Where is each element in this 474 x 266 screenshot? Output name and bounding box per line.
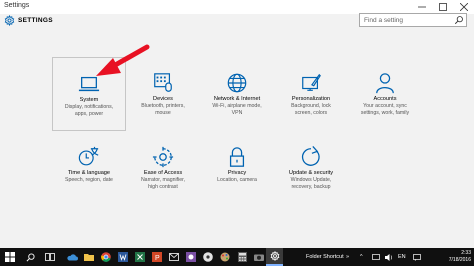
person-icon [376, 73, 394, 94]
clock-date: 7/18/2016 [448, 257, 471, 263]
taskbar-app-onedrive[interactable] [64, 248, 80, 266]
toolbar-expand-icon[interactable]: » [346, 254, 349, 260]
speaker-icon [385, 253, 393, 261]
taskbar: P Folder Shortcut » ^ EN 2:33 7/18/2016 [0, 248, 474, 266]
laptop-icon [78, 76, 100, 92]
tile-update-security[interactable]: Update & security Windows Update, recove… [274, 132, 348, 206]
svg-text:P: P [155, 255, 160, 262]
tile-label: Privacy [227, 170, 247, 176]
notification-icon [413, 253, 421, 261]
search-icon[interactable] [454, 15, 464, 25]
tile-label: Personalization [291, 96, 331, 102]
tile-accounts[interactable]: Accounts Your account, sync settings, wo… [348, 57, 422, 131]
tile-system[interactable]: System Display, notifications, apps, pow… [52, 57, 126, 131]
photos-icon [186, 252, 196, 262]
title-bar: Settings [0, 0, 474, 14]
task-view-icon [45, 253, 55, 261]
maximize-button[interactable] [433, 0, 452, 14]
tile-personalization[interactable]: Personalization Background, lock screen,… [274, 57, 348, 131]
tray-overflow-icon[interactable]: ^ [360, 254, 363, 260]
tile-label: Network & Internet [213, 96, 261, 102]
tile-label: Devices [153, 96, 173, 102]
tile-label: Accounts [373, 96, 397, 102]
tile-description: VPN [231, 110, 243, 116]
volume-tray-icon[interactable] [383, 248, 395, 266]
powerpoint-icon: P [152, 252, 162, 262]
excel-icon [135, 252, 145, 262]
tile-description: Speech, region, date [65, 177, 113, 183]
tile-description: apps, power [74, 111, 104, 117]
folder-icon [84, 254, 94, 261]
close-button[interactable] [454, 0, 473, 14]
taskbar-clock[interactable]: 2:33 7/18/2016 [449, 250, 471, 264]
language-indicator[interactable]: EN [398, 254, 406, 260]
tile-description: high contrast [148, 184, 178, 190]
gear-icon [270, 251, 279, 261]
lock-icon [229, 147, 245, 167]
clock-time: 2:33 [461, 250, 471, 256]
tile-privacy[interactable]: Privacy Location, camera [200, 132, 274, 206]
tile-description: screen, colors [294, 110, 328, 116]
tile-label: Ease of Access [143, 170, 183, 176]
tile-description: settings, work, family [360, 110, 410, 116]
palette-icon [220, 252, 230, 262]
search-taskbar-button[interactable] [20, 248, 40, 266]
network-tray-icon[interactable] [370, 248, 382, 266]
tile-network[interactable]: Network & Internet Wi-Fi, airplane mode,… [200, 57, 274, 131]
tile-label: Update & security [288, 170, 334, 176]
window-title: Settings [4, 2, 30, 9]
tile-time-language[interactable]: Time & language Speech, region, date [52, 132, 126, 206]
folder-shortcut-label[interactable]: Folder Shortcut [306, 254, 344, 260]
tile-description: Location, camera [217, 177, 257, 183]
calculator-icon [237, 252, 247, 262]
search-icon [26, 252, 35, 261]
search-placeholder: Find a setting [364, 17, 404, 24]
minimize-button[interactable] [412, 0, 431, 14]
start-button[interactable] [0, 248, 20, 266]
word-icon [118, 252, 128, 262]
taskbar-app-settings[interactable] [266, 248, 283, 266]
refresh-icon [301, 146, 320, 166]
tile-description: mouse [155, 110, 171, 116]
tile-devices[interactable]: Devices Bluetooth, printers, mouse [126, 57, 200, 131]
taskbar-app-photos[interactable] [183, 248, 199, 266]
mail-icon [169, 253, 179, 261]
paint-icon [302, 73, 321, 91]
taskbar-app-explorer[interactable] [81, 248, 97, 266]
minimize-icon [417, 6, 426, 8]
taskbar-app-mail[interactable] [166, 248, 182, 266]
clock-language-icon [78, 146, 99, 166]
search-input[interactable]: Find a setting [359, 13, 467, 27]
tile-ease-of-access[interactable]: Ease of Access Narrator, magnifier, high… [126, 132, 200, 206]
ease-of-access-icon [152, 146, 174, 168]
tile-description: recovery, backup [291, 184, 331, 190]
taskbar-app-media[interactable] [200, 248, 216, 266]
tile-label: Time & language [67, 170, 111, 176]
taskbar-app-calculator[interactable] [234, 248, 250, 266]
network-icon [372, 253, 380, 260]
page-title: SETTINGS [18, 17, 53, 24]
taskbar-app-excel[interactable] [132, 248, 148, 266]
taskbar-app-paint[interactable] [217, 248, 233, 266]
taskbar-app-word[interactable] [115, 248, 131, 266]
notification-tray-icon[interactable] [411, 248, 423, 266]
tile-label: System [79, 97, 99, 103]
camera-icon [254, 254, 264, 261]
chrome-icon [101, 252, 111, 262]
close-icon [459, 3, 468, 11]
windows-logo-icon [5, 252, 15, 262]
cloud-icon [66, 253, 78, 260]
media-player-icon [203, 252, 213, 262]
task-view-button[interactable] [40, 248, 60, 266]
taskbar-app-camera[interactable] [251, 248, 267, 266]
maximize-icon [438, 3, 447, 11]
keyboard-icon [154, 73, 172, 92]
taskbar-app-powerpoint[interactable]: P [149, 248, 165, 266]
gear-icon [4, 15, 15, 26]
taskbar-app-chrome[interactable] [98, 248, 114, 266]
globe-icon [227, 73, 247, 93]
